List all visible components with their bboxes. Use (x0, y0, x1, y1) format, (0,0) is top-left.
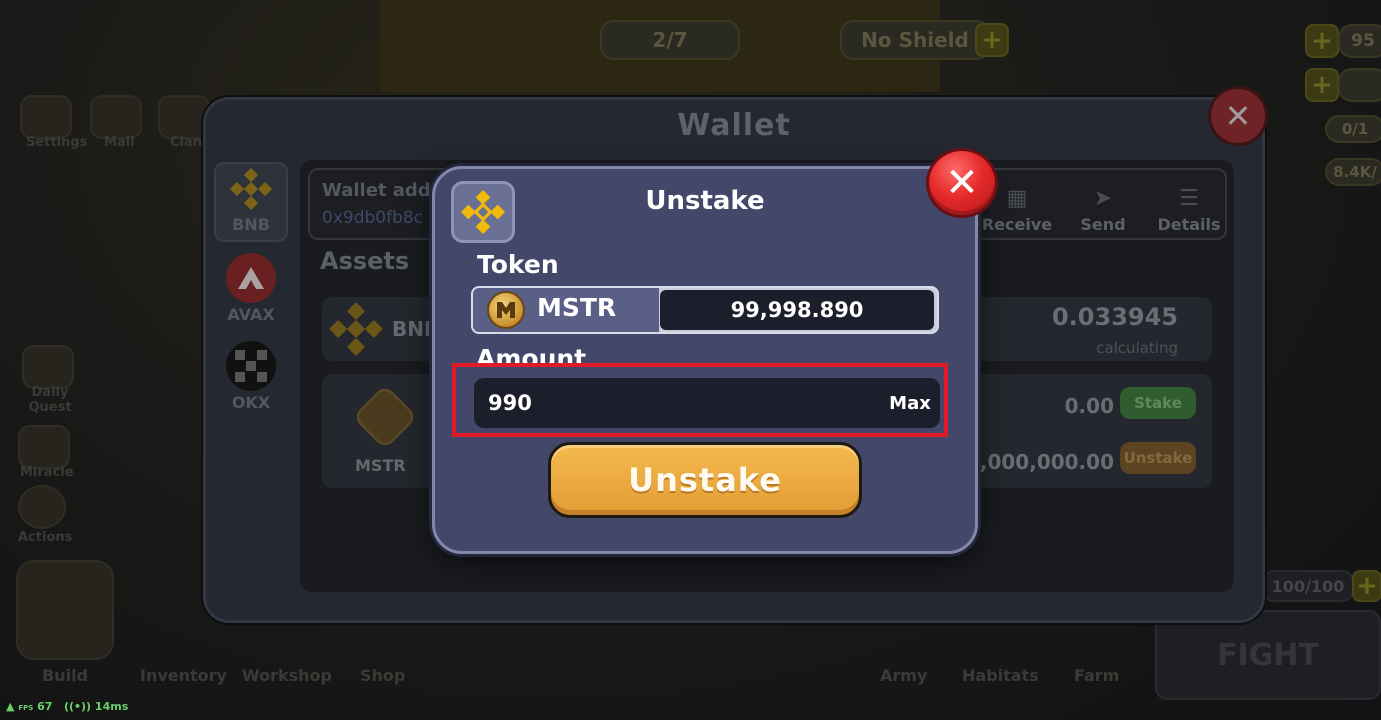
amount-label: Amount (476, 344, 587, 364)
menu-lines-icon: ☰ (1179, 186, 1199, 211)
signal-icon: ((•)) (63, 700, 92, 713)
mstr-asset-name: MSTR (355, 456, 406, 475)
resource-counter-1: 95 (1338, 24, 1381, 58)
shield-status: No Shield (840, 20, 990, 60)
chain-label-avax: AVAX (227, 305, 275, 324)
menu-label-army: Army (880, 666, 928, 685)
modal-title: Unstake (645, 186, 765, 216)
unstake-small-button[interactable]: Unstake (1120, 442, 1196, 474)
wallet-actions: ▦ Receive ➤ Send ☰ Details (975, 168, 1227, 240)
bnb-logo-icon (226, 164, 276, 213)
menu-label-miracle: Miracle (20, 465, 74, 480)
close-icon: ✕ (1224, 97, 1252, 135)
chain-label-okx: OKX (231, 393, 271, 412)
bnb-asset-amount: 0.033945 (1051, 303, 1178, 331)
mstr-coin-icon (487, 291, 525, 329)
miracle-icon[interactable] (18, 425, 70, 469)
menu-label-shop: Shop (360, 666, 406, 685)
bnb-asset-status: calculating (1096, 339, 1178, 357)
assets-title: Assets (320, 247, 410, 275)
menu-label-mail: Mail (104, 135, 135, 150)
menu-label-build: Build (42, 666, 89, 685)
details-button[interactable]: ☰ Details (1149, 170, 1229, 240)
wallet-address-label: Wallet addr (322, 180, 440, 201)
send-label: Send (1080, 215, 1126, 234)
resource-counter-4: 8.4K/ (1325, 158, 1381, 186)
menu-label-habitats: Habitats (962, 666, 1039, 685)
resource-add-button-1[interactable]: + (1305, 24, 1339, 58)
energy-add-button[interactable]: + (1352, 570, 1381, 602)
daily-quest-icon[interactable] (22, 345, 74, 389)
unstake-submit-button[interactable]: Unstake (548, 442, 862, 518)
token-label: Token (477, 250, 559, 279)
wallet-close-button[interactable]: ✕ (1208, 86, 1268, 146)
menu-label-farm: Farm (1074, 666, 1120, 685)
mstr-asset-icon (352, 384, 418, 450)
mstr-staked-value: 0.00 (1064, 394, 1114, 418)
okx-logo-icon (226, 341, 276, 391)
menu-label-daily-quest: Daily Quest (28, 385, 72, 415)
fps-indicator: ▲ FPS 67 ((•)) 14ms (6, 700, 128, 713)
actions-icon[interactable] (18, 485, 66, 529)
wifi-icon: ▲ (6, 700, 15, 713)
close-icon: ✕ (945, 160, 979, 206)
stake-button[interactable]: Stake (1120, 387, 1196, 419)
shield-add-button[interactable]: + (975, 23, 1009, 57)
chain-label-bnb: BNB (232, 215, 270, 234)
token-name: MSTR (537, 293, 617, 322)
menu-label-actions: Actions (18, 530, 73, 545)
max-button[interactable]: Max (884, 390, 936, 416)
bnb-asset-icon (328, 301, 384, 361)
wallet-title: Wallet (677, 108, 791, 143)
modal-close-button[interactable]: ✕ (926, 148, 998, 218)
token-balance: 99,998.890 (660, 290, 934, 330)
resource-counter-3: 0/1 (1325, 115, 1381, 143)
fps-label: FPS (18, 704, 34, 712)
wallet-address-value: 0x9db0fb8c (322, 208, 424, 228)
menu-label-clan: Clan (170, 135, 203, 150)
mstr-unstaked-value: 1,000,000.00 (965, 450, 1114, 474)
details-label: Details (1157, 215, 1221, 234)
chain-tab-bnb[interactable]: BNB (214, 162, 288, 242)
amount-input[interactable] (474, 378, 940, 428)
fps-value: 67 (37, 700, 53, 713)
mail-icon[interactable] (90, 95, 142, 139)
bnb-asset-name: BNI (392, 317, 432, 341)
build-icon[interactable] (16, 560, 114, 660)
amount-label-clip: Amount (470, 344, 610, 364)
settings-icon[interactable] (20, 95, 72, 139)
chain-tab-okx[interactable]: OKX (214, 338, 288, 418)
fight-button[interactable]: FIGHT (1155, 610, 1381, 700)
ping-value: 14ms (94, 700, 129, 713)
qr-code-icon: ▦ (1006, 186, 1028, 211)
chain-tab-avax[interactable]: AVAX (214, 250, 288, 330)
avax-logo-icon (226, 253, 276, 303)
energy-bar: 100/100 (1262, 570, 1354, 602)
receive-label: Receive (981, 215, 1053, 234)
menu-label-inventory: Inventory (140, 666, 227, 685)
menu-label-settings: Settings (26, 135, 88, 150)
resource-counter-2 (1338, 68, 1381, 102)
chain-selector: BNB AVAX OKX (210, 158, 290, 423)
resource-add-button-2[interactable]: + (1305, 68, 1339, 102)
send-arrow-icon: ➤ (1093, 186, 1113, 211)
wave-counter: 2/7 (600, 20, 740, 60)
menu-label-workshop: Workshop (242, 666, 332, 685)
send-button[interactable]: ➤ Send (1063, 170, 1143, 240)
